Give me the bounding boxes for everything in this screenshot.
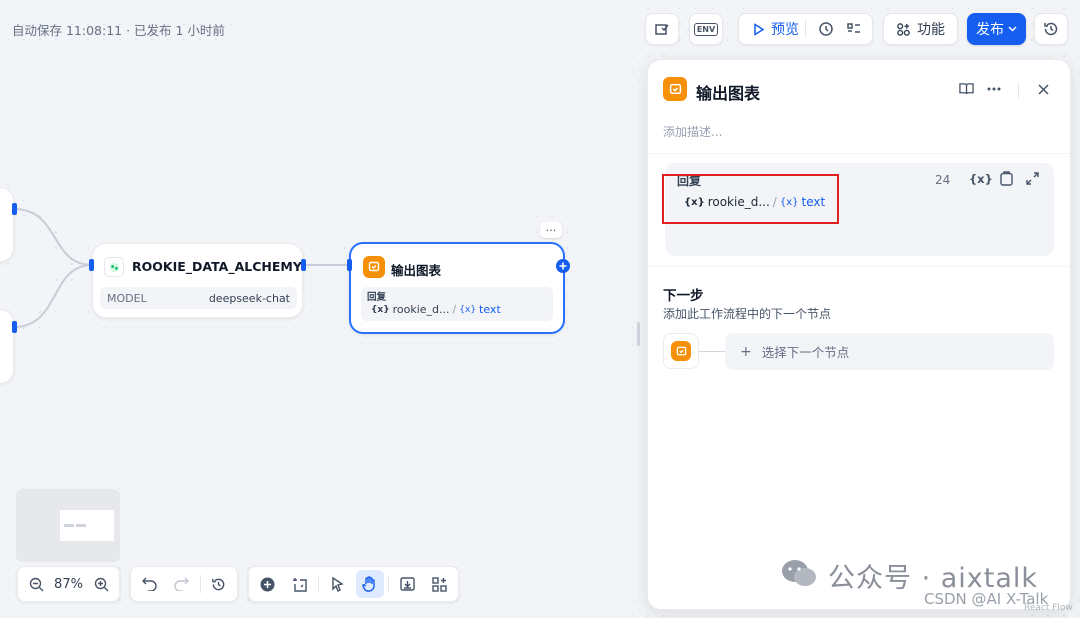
history-icon: [1043, 21, 1059, 37]
run-history-icon[interactable]: [812, 15, 840, 43]
reactflow-attribution[interactable]: React Flow: [1024, 603, 1073, 613]
checklist-icon: [654, 21, 670, 37]
target-port[interactable]: [89, 259, 94, 271]
history-icon[interactable]: [205, 570, 233, 598]
llm-icon: [104, 257, 124, 277]
source-port[interactable]: [301, 259, 306, 271]
divider: [648, 266, 1070, 267]
answer-label: 回复: [367, 292, 387, 303]
target-port[interactable]: [347, 259, 352, 271]
next-step-title: 下一步: [663, 288, 704, 304]
env-icon: ENV: [693, 22, 719, 36]
features-label: 功能: [917, 22, 945, 38]
node-more-button[interactable]: ···: [540, 222, 562, 238]
divider: [388, 575, 390, 593]
zoom-out-icon[interactable]: [22, 570, 50, 598]
llm-node[interactable]: ROOKIE_DATA_ALCHEMY MODEL deepseek-chat: [92, 243, 303, 318]
copy-icon[interactable]: [1000, 171, 1013, 186]
env-button[interactable]: ENV: [689, 13, 723, 45]
insert-variable-icon[interactable]: {x}: [969, 172, 993, 186]
hand-icon[interactable]: [355, 570, 384, 598]
divider: [199, 575, 201, 593]
add-node-icon[interactable]: [253, 570, 281, 598]
var-name: text: [479, 303, 501, 316]
minimap-node: [64, 524, 74, 527]
version-history-button[interactable]: [1034, 13, 1068, 45]
select-next-label: 选择下一个节点: [761, 345, 850, 360]
model-key: MODEL: [107, 291, 147, 305]
features-icon: [896, 22, 911, 37]
highlight-box: [662, 174, 839, 224]
add-note-icon[interactable]: [285, 570, 313, 598]
checklist-list-icon[interactable]: [840, 15, 868, 43]
answer-node-icon: [363, 256, 385, 278]
book-icon[interactable]: [952, 75, 980, 103]
minimap-node: [76, 524, 86, 527]
model-row: MODEL deepseek-chat: [100, 287, 297, 309]
answer-node-icon: [671, 341, 691, 361]
llm-node-title: ROOKIE_DATA_ALCHEMY: [132, 259, 302, 274]
panel-title[interactable]: 输出图表: [696, 80, 760, 104]
var-separator: /: [452, 303, 457, 316]
variable-icon: {x}: [371, 304, 390, 315]
add-next-node-button[interactable]: [556, 259, 570, 273]
start-node[interactable]: [0, 187, 14, 262]
more-icon[interactable]: [980, 75, 1008, 103]
play-icon: [753, 22, 765, 36]
node-config-panel: 输出图表 添加描述... 回复 24 {x} {x} rookie_d... /…: [647, 59, 1071, 610]
answer-node-title: 输出图表: [391, 263, 442, 278]
model-value: deepseek-chat: [208, 291, 290, 305]
divider: [317, 575, 319, 593]
preview-button[interactable]: 预览: [753, 19, 799, 39]
zoom-level[interactable]: 87%: [54, 577, 83, 592]
features-button[interactable]: 功能: [883, 13, 958, 45]
divider: [1018, 82, 1019, 98]
pointer-icon[interactable]: [323, 570, 351, 598]
export-image-icon[interactable]: [394, 570, 422, 598]
answer-preview: 回复 {x} rookie_d... / {x} text: [361, 287, 553, 321]
preview-group: 预览: [738, 13, 873, 45]
expand-icon[interactable]: [1026, 172, 1039, 185]
undo-icon[interactable]: [135, 570, 163, 598]
variable-icon: {x}: [459, 304, 477, 315]
divider: [648, 153, 1070, 154]
chevron-down-icon: [1008, 26, 1017, 32]
publish-button[interactable]: 发布: [967, 13, 1026, 45]
history-controls: [130, 566, 238, 602]
redo-icon[interactable]: [167, 570, 195, 598]
source-port[interactable]: [12, 203, 17, 215]
close-icon[interactable]: [1029, 75, 1057, 103]
minimap[interactable]: [16, 489, 120, 562]
wechat-icon: [780, 558, 818, 588]
preview-label: 预览: [771, 22, 799, 38]
panel-resize-handle[interactable]: [637, 322, 640, 346]
upstream-node[interactable]: [0, 309, 14, 384]
description-input[interactable]: 添加描述...: [663, 123, 722, 140]
connector-line: [699, 351, 725, 352]
publish-label: 发布: [976, 22, 1004, 38]
organize-layout-icon[interactable]: [426, 570, 454, 598]
divider: [805, 20, 806, 38]
minimap-viewport: [60, 510, 114, 541]
next-step-desc: 添加此工作流程中的下一个节点: [663, 307, 832, 321]
panel-node-icon: [663, 77, 687, 101]
source-port[interactable]: [12, 321, 17, 333]
checklist-button[interactable]: [645, 13, 679, 45]
current-node-indicator: [663, 333, 699, 369]
zoom-controls: 87%: [17, 566, 120, 602]
var-node-name: rookie_d...: [392, 303, 450, 316]
answer-node[interactable]: 输出图表 回复 {x} rookie_d... / {x} text: [349, 242, 565, 334]
plus-icon: +: [740, 343, 752, 360]
canvas-tools: [248, 566, 459, 602]
zoom-in-icon[interactable]: [87, 570, 115, 598]
answer-variable: {x} rookie_d... / {x} text: [371, 303, 501, 316]
select-next-node-button[interactable]: + 选择下一个节点: [725, 333, 1054, 370]
char-count: 24: [935, 173, 951, 187]
